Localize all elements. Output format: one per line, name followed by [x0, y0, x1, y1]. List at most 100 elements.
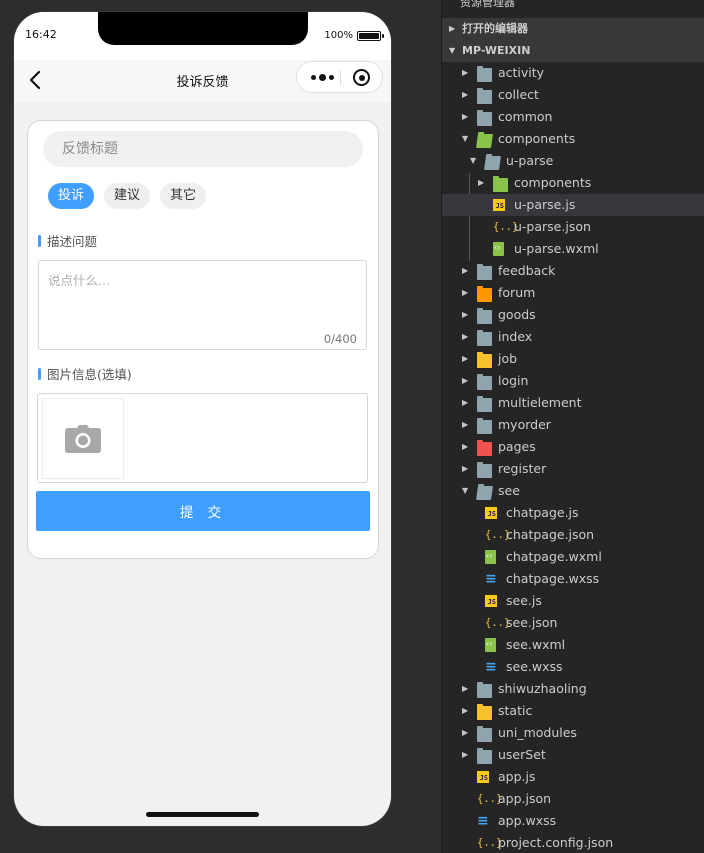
chevron-right-icon[interactable]: ▶ [462, 62, 472, 84]
chevron-right-icon[interactable]: ▶ [462, 392, 472, 414]
chevron-right-icon[interactable]: ▶ [462, 458, 472, 480]
tree-file[interactable]: {..} app.json [442, 788, 704, 810]
feedback-title-input[interactable] [43, 131, 363, 167]
tree-folder[interactable]: ▶ userSet [442, 744, 704, 766]
add-image-button[interactable] [42, 398, 124, 479]
tree-file[interactable]: {..} project.config.json [442, 832, 704, 853]
json-file-icon: {..} [477, 793, 503, 805]
tree-folder[interactable]: ▶ collect [442, 84, 704, 106]
chevron-down-icon[interactable]: ▼ [470, 150, 480, 172]
chevron-right-icon[interactable]: ▶ [462, 722, 472, 744]
chevron-right-icon[interactable]: ▶ [462, 260, 472, 282]
explorer-header: 资源管理器 ··· [442, 0, 704, 12]
tree-file[interactable]: JS see.js [442, 590, 704, 612]
open-editors-label: 打开的编辑器 [462, 22, 528, 35]
tree-file[interactable]: {..} see.json [442, 612, 704, 634]
tree-folder[interactable]: ▶ login [442, 370, 704, 392]
chevron-right-icon[interactable]: ▶ [462, 106, 472, 128]
project-section[interactable]: ▼ MP-WEIXIN [442, 40, 704, 62]
folder-icon [477, 264, 492, 280]
tree-folder[interactable]: ▶ multielement [442, 392, 704, 414]
camera-icon [65, 424, 101, 453]
tree-file[interactable]: u-parse.wxml [442, 238, 704, 260]
tree-item-label: u-parse.json [514, 219, 591, 234]
chevron-right-icon[interactable]: ▶ [462, 436, 472, 458]
tree-file[interactable]: JS u-parse.js [442, 194, 704, 216]
wxss-file-icon: ≡ [485, 571, 497, 587]
folder-icon [477, 682, 492, 698]
more-actions-icon[interactable]: ··· [675, 0, 686, 6]
tree-folder[interactable]: ▶ shiwuzhaoling [442, 678, 704, 700]
tree-item-label: u-parse.wxml [514, 241, 599, 256]
tree-file[interactable]: ≡ app.wxss [442, 810, 704, 832]
chevron-right-icon[interactable]: ▶ [462, 326, 472, 348]
chevron-down-icon[interactable]: ▼ [462, 480, 472, 502]
tree-file[interactable]: see.wxml [442, 634, 704, 656]
js-file-icon: JS [493, 199, 505, 211]
tree-item-label: see.js [506, 593, 542, 608]
json-file-icon: {..} [485, 529, 511, 541]
chevron-right-icon[interactable]: ▶ [462, 84, 472, 106]
tree-folder[interactable]: ▶ components [442, 172, 704, 194]
folder-icon [477, 286, 492, 302]
image-section-label: 图片信息(选填) [38, 364, 132, 383]
chevron-right-icon[interactable]: ▶ [462, 304, 472, 326]
chevron-right-icon[interactable]: ▶ [462, 370, 472, 392]
tree-folder[interactable]: ▶ common [442, 106, 704, 128]
tree-folder[interactable]: ▶ static [442, 700, 704, 722]
tree-folder[interactable]: ▶ forum [442, 282, 704, 304]
section-accent-bar [38, 367, 41, 380]
chevron-down-icon[interactable]: ▼ [462, 128, 472, 150]
tree-file[interactable]: {..} chatpage.json [442, 524, 704, 546]
tree-folder[interactable]: ▶ pages [442, 436, 704, 458]
chevron-right-icon[interactable]: ▶ [478, 172, 488, 194]
section-accent-bar [38, 234, 41, 247]
tree-folder[interactable]: ▼ see [442, 480, 704, 502]
tree-item-label: collect [498, 87, 539, 102]
chevron-right-icon[interactable]: ▶ [462, 282, 472, 304]
tree-folder[interactable]: ▶ index [442, 326, 704, 348]
chevron-right-icon[interactable]: ▶ [462, 700, 472, 722]
tree-item-label: pages [498, 439, 536, 454]
tree-file[interactable]: JS app.js [442, 766, 704, 788]
chevron-right-icon[interactable]: ▶ [462, 744, 472, 766]
tree-file[interactable]: JS chatpage.js [442, 502, 704, 524]
tree-file[interactable]: chatpage.wxml [442, 546, 704, 568]
tree-folder[interactable]: ▶ register [442, 458, 704, 480]
folder-icon [477, 352, 492, 368]
tree-file[interactable]: ≡ see.wxss [442, 656, 704, 678]
chevron-right-icon[interactable]: ▶ [462, 348, 472, 370]
tree-folder[interactable]: ▶ activity [442, 62, 704, 84]
chevron-right-icon[interactable]: ▶ [462, 414, 472, 436]
tree-folder[interactable]: ▶ job [442, 348, 704, 370]
close-target-icon[interactable] [353, 69, 370, 86]
tree-item-label: index [498, 329, 533, 344]
describe-label-text: 描述问题 [47, 234, 98, 249]
image-upload-box [37, 393, 368, 483]
tag-other[interactable]: 其它 [160, 183, 207, 209]
tree-folder[interactable]: ▼ u-parse [442, 150, 704, 172]
describe-section-label: 描述问题 [38, 231, 97, 250]
tree-item-label: common [498, 109, 553, 124]
tree-folder[interactable]: ▼ components [442, 128, 704, 150]
tree-folder[interactable]: ▶ myorder [442, 414, 704, 436]
project-label: MP-WEIXIN [462, 44, 531, 57]
tree-file[interactable]: {..} u-parse.json [442, 216, 704, 238]
tree-folder[interactable]: ▶ feedback [442, 260, 704, 282]
feedback-type-tags: 投诉 建议 其它 [48, 183, 207, 209]
tree-item-label: register [498, 461, 547, 476]
submit-button[interactable]: 提 交 [36, 491, 370, 531]
tag-suggestion[interactable]: 建议 [104, 183, 151, 209]
wxml-file-icon [493, 242, 504, 256]
more-menu-icon[interactable] [306, 62, 338, 92]
tag-complaint[interactable]: 投诉 [48, 183, 95, 209]
tree-folder[interactable]: ▶ uni_modules [442, 722, 704, 744]
status-bar: 16:42 100% [14, 12, 391, 60]
tree-folder[interactable]: ▶ goods [442, 304, 704, 326]
tree-item-label: myorder [498, 417, 551, 432]
open-editors-section[interactable]: ▶ 打开的编辑器 [442, 18, 704, 40]
tree-file[interactable]: ≡ chatpage.wxss [442, 568, 704, 590]
chevron-right-icon[interactable]: ▶ [462, 678, 472, 700]
tree-item-label: app.json [498, 791, 552, 806]
description-textarea[interactable] [39, 261, 366, 321]
